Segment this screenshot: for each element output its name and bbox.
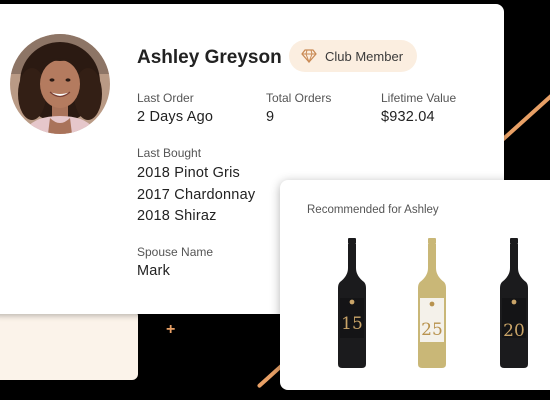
list-item: 2018 Shiraz [137, 208, 217, 224]
lifetime-value-value: $932.04 [381, 109, 435, 125]
list-item: 2017 Chardonnay [137, 186, 256, 203]
wine-bottle[interactable]: 20 [496, 238, 532, 368]
background-card [0, 310, 138, 380]
customer-name: Ashley Greyson [137, 47, 282, 68]
total-orders-value: 9 [266, 109, 275, 125]
list-item: 2018 Pinot Gris [137, 165, 240, 181]
wine-bottle[interactable]: 15 [334, 238, 370, 368]
recommendations-card: Recommended for Ashley 15 25 20 [280, 180, 550, 390]
svg-text:25: 25 [421, 320, 443, 340]
last-bought-label: Last Bought [137, 146, 202, 160]
avatar [10, 34, 110, 134]
diamond-icon [301, 49, 317, 63]
recommendations-title: Recommended for Ashley [307, 204, 439, 216]
badge-label: Club Member [325, 48, 404, 64]
spouse-name-value: Mark [137, 263, 171, 279]
total-orders-label: Total Orders [266, 91, 332, 105]
spouse-name-label: Spouse Name [137, 245, 214, 259]
plus-icon: + [166, 321, 176, 338]
svg-text:20: 20 [503, 321, 525, 341]
last-order-label: Last Order [137, 91, 194, 105]
last-order-value: 2 Days Ago [137, 109, 214, 125]
svg-text:15: 15 [341, 314, 363, 334]
decorative-accent-line [498, 90, 550, 144]
club-member-badge: Club Member [289, 40, 418, 72]
lifetime-value-label: Lifetime Value [381, 91, 457, 105]
last-bought-list: 2018 Pinot Gris 2017 Chardonnay 2018 Shi… [137, 163, 255, 228]
wine-bottle[interactable]: 25 [414, 238, 450, 368]
